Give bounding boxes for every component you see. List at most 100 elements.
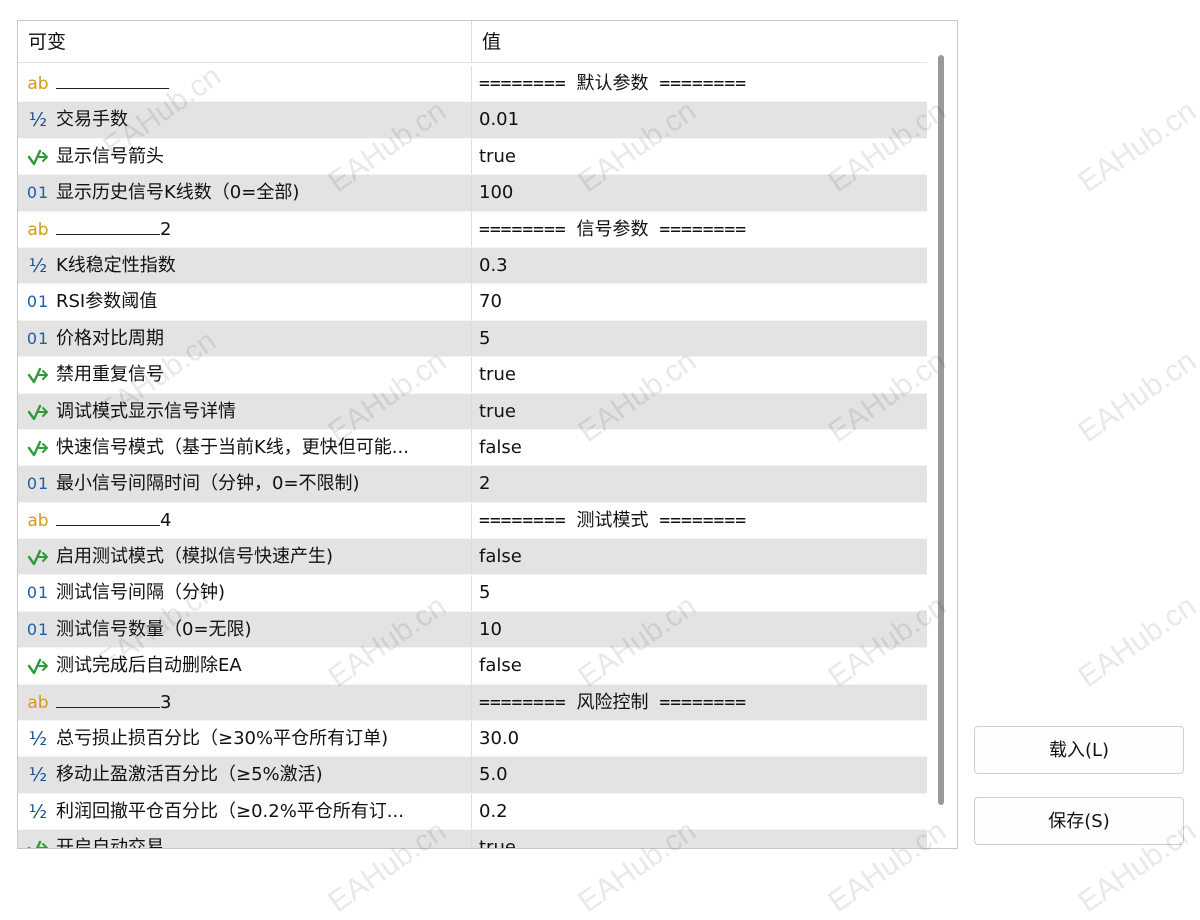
parameter-value[interactable]: ======== 测试模式 ========	[479, 503, 746, 539]
double-type-icon: ½	[28, 764, 48, 787]
parameter-value[interactable]: 0.3	[479, 248, 508, 284]
parameter-name: 4	[56, 503, 466, 539]
vertical-scrollbar[interactable]	[938, 55, 944, 805]
table-row[interactable]: 01 显示历史信号K线数（0=全部) 100	[18, 175, 927, 212]
save-button[interactable]: 保存(S)	[974, 797, 1184, 845]
column-header-variable[interactable]: 可变	[28, 21, 66, 63]
table-row[interactable]: 调试模式显示信号详情 true	[18, 393, 927, 430]
parameter-value[interactable]: 100	[479, 175, 513, 211]
table-row[interactable]: 01 测试信号间隔（分钟) 5	[18, 575, 927, 612]
table-header: 可变 值	[18, 21, 927, 63]
parameter-value[interactable]: 10	[479, 612, 502, 648]
column-divider	[471, 830, 472, 848]
parameter-value[interactable]: ======== 信号参数 ========	[479, 212, 746, 248]
column-divider	[471, 66, 472, 102]
bool-type-icon	[24, 830, 52, 848]
parameter-name: 测试信号间隔（分钟)	[56, 582, 226, 604]
watermark-text: EAHub.cn	[1072, 344, 1200, 449]
table-row[interactable]: 启用测试模式（模拟信号快速产生) false	[18, 539, 927, 576]
parameter-name: 测试完成后自动删除EA	[56, 655, 242, 677]
column-divider[interactable]	[471, 21, 472, 63]
parameter-name: 调试模式显示信号详情	[56, 400, 236, 422]
parameter-name: K线稳定性指数	[56, 254, 176, 276]
parameter-value[interactable]: true	[479, 357, 516, 393]
table-row[interactable]: 测试完成后自动删除EA false	[18, 648, 927, 685]
parameter-value[interactable]: true	[479, 394, 516, 430]
separator-suffix: 3	[160, 691, 172, 713]
column-divider	[471, 211, 472, 247]
table-row[interactable]: ab 2 ======== 信号参数 ========	[18, 211, 927, 248]
column-divider	[471, 684, 472, 721]
column-divider	[471, 648, 472, 684]
parameter-value[interactable]: false	[479, 539, 522, 575]
column-divider	[471, 138, 472, 175]
bool-type-icon	[24, 648, 52, 684]
column-divider	[471, 175, 472, 211]
integer-type-icon: 01	[26, 183, 50, 203]
bool-type-icon	[24, 139, 52, 175]
table-row[interactable]: ½ 移动止盈激活百分比（≥5%激活) 5.0	[18, 757, 927, 794]
separator-suffix: 2	[160, 218, 172, 240]
table-row[interactable]: ½ 交易手数 0.01	[18, 102, 927, 139]
integer-type-icon: 01	[26, 583, 50, 603]
column-divider	[471, 247, 472, 284]
table-row[interactable]: 显示信号箭头 true	[18, 138, 927, 176]
parameter-name: 测试信号数量（0=无限)	[56, 618, 252, 640]
column-divider	[471, 429, 472, 466]
double-type-icon: ½	[28, 728, 48, 751]
column-divider	[471, 357, 472, 393]
parameter-value[interactable]: 30.0	[479, 721, 519, 757]
table-row[interactable]: 快速信号模式（基于当前K线，更快但可能... false	[18, 429, 927, 467]
parameter-value[interactable]: 5	[479, 575, 490, 611]
column-divider	[471, 320, 472, 357]
table-row[interactable]: ½ 利润回撤平仓百分比（≥0.2%平仓所有订... 0.2	[18, 793, 927, 831]
table-row[interactable]: ab ======== 默认参数 ========	[18, 66, 927, 103]
separator-underline	[56, 212, 160, 235]
parameter-value[interactable]: ======== 风险控制 ========	[479, 685, 746, 721]
string-type-icon: ab	[27, 692, 49, 713]
parameter-value[interactable]: true	[479, 830, 516, 848]
parameter-value[interactable]: 0.2	[479, 794, 508, 830]
column-divider	[471, 611, 472, 648]
table-row[interactable]: ab 4 ======== 测试模式 ========	[18, 502, 927, 540]
watermark-text: EAHub.cn	[1072, 589, 1200, 694]
parameter-value[interactable]: 5	[479, 321, 490, 357]
string-type-icon: ab	[27, 74, 49, 94]
parameter-value[interactable]: true	[479, 139, 516, 175]
column-divider	[471, 721, 472, 757]
column-divider	[471, 539, 472, 575]
parameter-value[interactable]: false	[479, 648, 522, 684]
table-row[interactable]: 开启自动交易 true	[18, 830, 927, 848]
table-row[interactable]: 01 RSI参数阈值 70	[18, 284, 927, 321]
parameter-name: RSI参数阈值	[56, 291, 158, 313]
double-type-icon: ½	[28, 254, 48, 277]
separator-underline	[56, 503, 160, 526]
bool-type-icon	[24, 357, 52, 393]
double-type-icon: ½	[28, 109, 48, 132]
table-row[interactable]: 01 最小信号间隔时间（分钟，0=不限制) 2	[18, 466, 927, 503]
separator-suffix: 4	[160, 509, 172, 531]
table-row[interactable]: 01 价格对比周期 5	[18, 320, 927, 358]
column-header-value[interactable]: 值	[482, 21, 501, 63]
table-row[interactable]: 01 测试信号数量（0=无限) 10	[18, 611, 927, 649]
table-row[interactable]: 禁用重复信号 true	[18, 357, 927, 394]
parameter-name: 价格对比周期	[56, 327, 164, 349]
table-row[interactable]: ½ 总亏损止损百分比（≥30%平仓所有订单) 30.0	[18, 721, 927, 758]
parameter-name: 交易手数	[56, 109, 128, 131]
parameter-value[interactable]: 5.0	[479, 757, 508, 793]
column-divider	[471, 502, 472, 539]
parameter-value[interactable]: 70	[479, 284, 502, 320]
parameter-name: 显示历史信号K线数（0=全部)	[56, 182, 300, 204]
parameter-value[interactable]: ======== 默认参数 ========	[479, 66, 746, 102]
parameter-value[interactable]: 2	[479, 466, 490, 502]
parameter-name: 显示信号箭头	[56, 145, 164, 167]
load-button[interactable]: 载入(L)	[974, 726, 1184, 774]
parameter-value[interactable]: 0.01	[479, 102, 519, 138]
table-row[interactable]: ½ K线稳定性指数 0.3	[18, 247, 927, 285]
string-type-icon: ab	[27, 219, 49, 240]
parameter-name	[56, 66, 466, 102]
bool-type-icon	[24, 430, 52, 466]
parameter-value[interactable]: false	[479, 430, 522, 466]
parameter-name: 启用测试模式（模拟信号快速产生)	[56, 546, 334, 568]
table-row[interactable]: ab 3 ======== 风险控制 ========	[18, 684, 927, 722]
